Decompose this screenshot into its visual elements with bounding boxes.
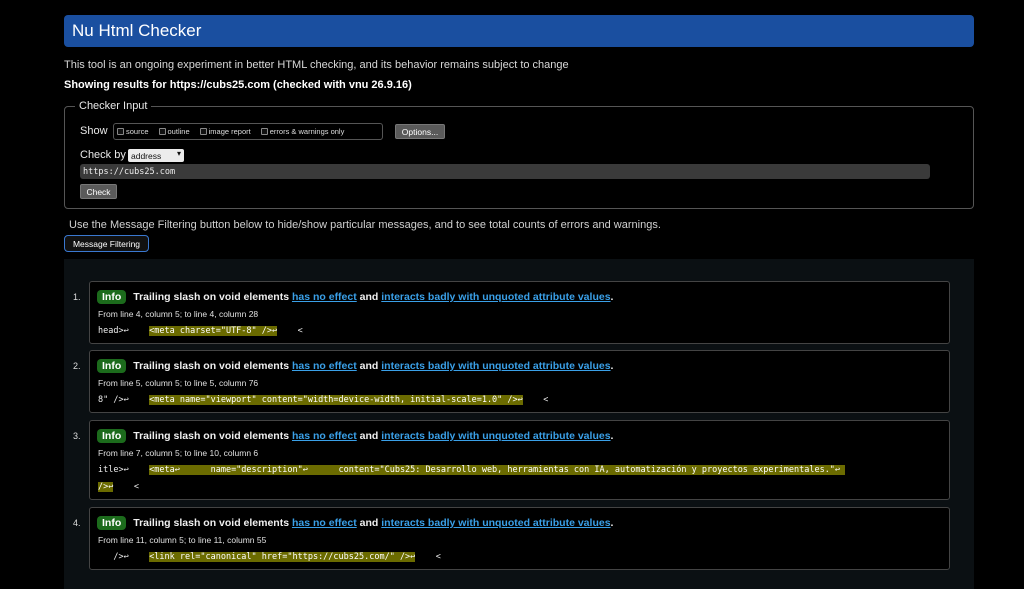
check-by-selected-value: address: [131, 150, 162, 161]
code-context-after: <: [277, 326, 303, 336]
show-outline-option[interactable]: outline: [158, 127, 190, 136]
info-badge: Info: [97, 290, 127, 304]
interacts-badly-link[interactable]: interacts badly with unquoted attribute …: [381, 360, 610, 372]
code-context-before: 8" />↩: [98, 395, 150, 405]
code-extract: itle>↩ <meta↩ name="description"↩ conten…: [98, 465, 846, 475]
message-location: From line 5, column 5; to line 5, column…: [98, 378, 259, 388]
has-no-effect-link[interactable]: has no effect: [292, 291, 357, 303]
image-report-checkbox-label: image report: [208, 127, 251, 136]
message-title: Trailing slash on void elements: [133, 517, 290, 529]
check-by-label: Check by: [80, 149, 126, 161]
code-highlight: <meta name="viewport" content="width=dev…: [149, 395, 523, 405]
message-item: 4. Info Trailing slash on void elements …: [73, 507, 950, 570]
check-by-select[interactable]: address ▾: [128, 149, 184, 162]
show-label: Show: [80, 125, 108, 137]
code-context-before: head>↩: [98, 326, 150, 336]
message-number: 4.: [73, 518, 81, 528]
message-number: 2.: [73, 361, 81, 371]
message-header: Info Trailing slash on void elements has…: [97, 429, 613, 443]
code-context-before: itle>↩: [98, 465, 150, 475]
intro-text: This tool is an ongoing experiment in be…: [64, 59, 569, 71]
message-location: From line 7, column 5; to line 10, colum…: [98, 448, 259, 458]
outline-checkbox[interactable]: [158, 128, 166, 135]
message-item: 1. Info Trailing slash on void elements …: [73, 281, 950, 344]
errors-warnings-checkbox[interactable]: [260, 128, 268, 135]
period-text: .: [610, 430, 614, 442]
code-context-after: <: [415, 552, 441, 562]
message-title: Trailing slash on void elements: [133, 360, 290, 372]
message-location: From line 4, column 5; to line 4, column…: [98, 309, 259, 319]
and-text: and: [359, 517, 379, 529]
showing-results-text: Showing results for https://cubs25.com (…: [64, 79, 412, 91]
message-header: Info Trailing slash on void elements has…: [97, 516, 613, 530]
message-location: From line 11, column 5; to line 11, colu…: [98, 535, 267, 545]
and-text: and: [359, 430, 379, 442]
errors-warnings-checkbox-label: errors & warnings only: [269, 127, 345, 136]
filter-instructions: Use the Message Filtering button below t…: [69, 219, 661, 231]
outline-checkbox-label: outline: [167, 127, 190, 136]
info-badge: Info: [97, 359, 127, 373]
show-source-option[interactable]: source: [117, 127, 149, 136]
url-input[interactable]: https://cubs25.com: [80, 164, 930, 179]
checker-input-fieldset: Checker Input Show source outline image …: [64, 100, 974, 209]
code-context-before: />↩: [98, 552, 150, 562]
show-errors-warnings-option[interactable]: errors & warnings only: [260, 127, 345, 136]
period-text: .: [610, 517, 614, 529]
image-report-checkbox[interactable]: [199, 128, 207, 135]
page-header: Nu Html Checker: [64, 15, 974, 47]
code-highlight: <link rel="canonical" href="https://cubs…: [149, 552, 416, 562]
interacts-badly-link[interactable]: interacts badly with unquoted attribute …: [381, 291, 610, 303]
options-button[interactable]: Options...: [395, 124, 445, 139]
code-context-after: <: [522, 395, 549, 405]
code-highlight: <meta↩ name="description"↩ content="Cubs…: [149, 465, 846, 475]
code-context-after: <: [113, 482, 139, 492]
code-extract-line-2: />↩ <: [98, 482, 139, 492]
message-header: Info Trailing slash on void elements has…: [97, 290, 613, 304]
checker-input-legend: Checker Input: [75, 100, 152, 112]
results-panel: 1. Info Trailing slash on void elements …: [64, 259, 974, 589]
message-number: 1.: [73, 292, 81, 302]
code-highlight: <meta charset="UTF-8" />↩: [149, 326, 278, 336]
chevron-down-icon: ▾: [176, 149, 181, 158]
has-no-effect-link[interactable]: has no effect: [292, 360, 357, 372]
code-extract: head>↩ <meta charset="UTF-8" />↩ <: [98, 326, 303, 336]
interacts-badly-link[interactable]: interacts badly with unquoted attribute …: [381, 430, 610, 442]
message-header: Info Trailing slash on void elements has…: [97, 359, 613, 373]
source-checkbox[interactable]: [117, 128, 124, 135]
period-text: .: [610, 291, 614, 303]
page-title: Nu Html Checker: [72, 21, 202, 40]
source-checkbox-label: source: [126, 127, 149, 136]
message-title: Trailing slash on void elements: [133, 291, 290, 303]
and-text: and: [359, 360, 379, 372]
message-item: 3. Info Trailing slash on void elements …: [73, 420, 950, 500]
code-highlight: />↩: [98, 482, 114, 492]
period-text: .: [610, 360, 614, 372]
message-title: Trailing slash on void elements: [133, 430, 290, 442]
has-no-effect-link[interactable]: has no effect: [292, 430, 357, 442]
show-image-report-option[interactable]: image report: [199, 127, 251, 136]
interacts-badly-link[interactable]: interacts badly with unquoted attribute …: [381, 517, 610, 529]
code-extract: />↩ <link rel="canonical" href="https://…: [98, 552, 441, 562]
and-text: and: [359, 291, 379, 303]
info-badge: Info: [97, 429, 127, 443]
message-filtering-button[interactable]: Message Filtering: [64, 235, 149, 252]
message-number: 3.: [73, 431, 81, 441]
info-badge: Info: [97, 516, 127, 530]
check-button[interactable]: Check: [80, 184, 117, 199]
message-item: 2. Info Trailing slash on void elements …: [73, 350, 950, 413]
code-extract: 8" />↩ <meta name="viewport" content="wi…: [98, 395, 548, 405]
show-options-group: source outline image report errors & war…: [113, 123, 383, 140]
has-no-effect-link[interactable]: has no effect: [292, 517, 357, 529]
